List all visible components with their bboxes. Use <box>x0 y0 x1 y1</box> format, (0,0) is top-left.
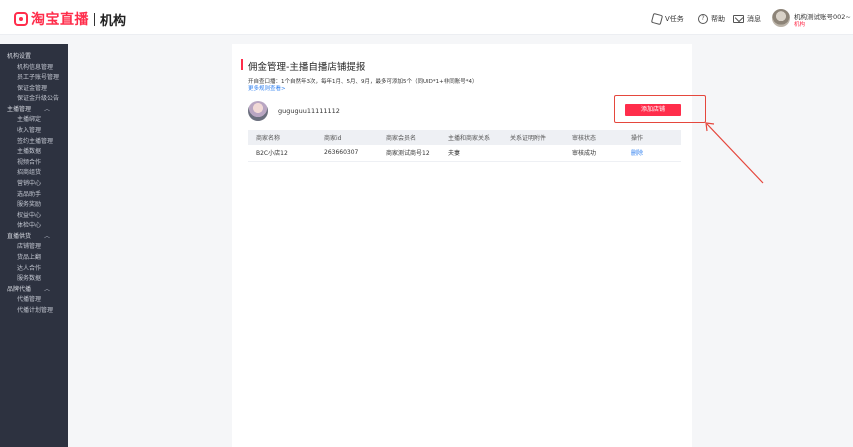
arrow-line <box>706 123 764 184</box>
shop-avatar <box>248 101 268 121</box>
sidebar-item-service-rewards[interactable]: 服务奖励 <box>0 200 68 211</box>
taobao-live-logo-icon <box>14 12 28 26</box>
nav-task[interactable]: V任务 <box>650 3 684 35</box>
sidebar-group-label: 主播管理 <box>7 105 32 113</box>
sidebar-item-health-check[interactable]: 体检中心 <box>0 221 68 232</box>
table-cell: 263660307 <box>316 145 378 162</box>
chevron-up-icon: ︿ <box>44 232 51 240</box>
table-cell: 夫妻 <box>440 145 502 162</box>
title-accent-bar <box>241 59 243 70</box>
table-header: 商家会员名 <box>378 130 440 145</box>
sidebar-item-anchor-bind[interactable]: 主播绑定 <box>0 115 68 126</box>
sidebar-group-label: 品牌代播 <box>7 285 32 293</box>
shop-account-name: guguguu11111112 <box>278 107 340 115</box>
sidebar-item-deposit-notice[interactable]: 保证金升级公告 <box>0 94 68 105</box>
sidebar-item-marketing[interactable]: 营销中心 <box>0 179 68 190</box>
user-avatar[interactable] <box>772 9 790 27</box>
chevron-up-icon: ︿ <box>44 105 51 113</box>
sidebar-item-shop-mgmt[interactable]: 店铺管理 <box>0 242 68 253</box>
sidebar-item-video-coop[interactable]: 视频合作 <box>0 158 68 169</box>
table-cell: 商家测试商号12 <box>378 145 440 162</box>
sidebar-group-anchor-mgmt[interactable]: 主播管理 ︿ <box>0 105 68 116</box>
table-header: 操作 <box>623 130 681 145</box>
sidebar-item-signed-anchors[interactable]: 签约主播管理 <box>0 137 68 148</box>
user-role: 机构 <box>794 22 806 28</box>
sidebar-group-label: 直播供货 <box>7 232 32 240</box>
table-cell: 审核成功 <box>564 145 623 162</box>
sidebar: 机构设置 机构信息管理 员工子账号管理 保证金管理 保证金升级公告 主播管理 ︿ … <box>0 44 68 447</box>
table-header: 商家名称 <box>248 130 316 145</box>
message-icon <box>733 15 744 23</box>
sidebar-item-deposit[interactable]: 保证金管理 <box>0 84 68 95</box>
table-row: B2C小店12 263660307 商家测试商号12 夫妻 审核成功 删除 <box>248 145 681 162</box>
delete-link[interactable]: 删除 <box>623 145 681 162</box>
table-header: 主播和商家关系 <box>440 130 502 145</box>
shop-table: 商家名称 商家id 商家会员名 主播和商家关系 关系证明附件 审核状态 操作 B… <box>248 130 681 162</box>
sidebar-item-staff-accounts[interactable]: 员工子账号管理 <box>0 73 68 84</box>
sidebar-item-selection-helper[interactable]: 选品助手 <box>0 190 68 201</box>
task-icon <box>650 12 664 26</box>
sidebar-item-anchor-data[interactable]: 主播数据 <box>0 147 68 158</box>
rule-link[interactable]: 更多规则查看> <box>248 84 286 92</box>
sidebar-item-service-data[interactable]: 服务数据 <box>0 274 68 285</box>
top-header: 淘宝直播 机构 V任务 ? 帮助 消息 机构测试账号002~ 机构 <box>0 3 853 35</box>
nav-help[interactable]: ? 帮助 <box>698 3 725 35</box>
logo[interactable]: 淘宝直播 机构 <box>14 10 127 29</box>
sidebar-item-org-info[interactable]: 机构信息管理 <box>0 63 68 74</box>
sidebar-item-goods-list[interactable]: 货品上翻 <box>0 253 68 264</box>
logo-text: 淘宝直播 <box>31 12 89 28</box>
sidebar-item-benefits[interactable]: 权益中心 <box>0 211 68 222</box>
sidebar-item-proxy-plan[interactable]: 代播计划管理 <box>0 306 68 317</box>
sidebar-item-income[interactable]: 收入管理 <box>0 126 68 137</box>
logo-divider <box>94 12 95 26</box>
nav-task-label: V任务 <box>665 15 684 23</box>
table-header: 审核状态 <box>564 130 623 145</box>
table-header: 商家id <box>316 130 378 145</box>
table-cell: B2C小店12 <box>248 145 316 162</box>
sidebar-group-brand-proxy[interactable]: 品牌代播 ︿ <box>0 285 68 296</box>
arrow-head <box>705 122 715 132</box>
table-header-row: 商家名称 商家id 商家会员名 主播和商家关系 关系证明附件 审核状态 操作 <box>248 130 681 145</box>
help-icon: ? <box>698 14 708 24</box>
sidebar-item-talent-coop[interactable]: 达人合作 <box>0 264 68 275</box>
sidebar-item-proxy-mgmt[interactable]: 代播管理 <box>0 295 68 306</box>
table-header: 关系证明附件 <box>502 130 564 145</box>
table-cell <box>502 145 564 162</box>
add-shop-button[interactable]: 添加店铺 <box>625 104 681 116</box>
sidebar-group-label: 机构设置 <box>7 53 32 60</box>
nav-help-label: 帮助 <box>711 15 725 23</box>
sidebar-item-sourcing[interactable]: 招商组货 <box>0 168 68 179</box>
sidebar-group-live-supply[interactable]: 直播供货 ︿ <box>0 232 68 243</box>
nav-message-label: 消息 <box>747 15 761 23</box>
sidebar-group-org-settings[interactable]: 机构设置 <box>0 52 68 63</box>
content-card <box>232 44 692 447</box>
chevron-up-icon: ︿ <box>44 285 51 293</box>
nav-message[interactable]: 消息 <box>733 3 761 35</box>
page-title: 佣金管理-主播自播店铺提报 <box>248 62 366 73</box>
logo-subtitle: 机构 <box>100 13 127 29</box>
